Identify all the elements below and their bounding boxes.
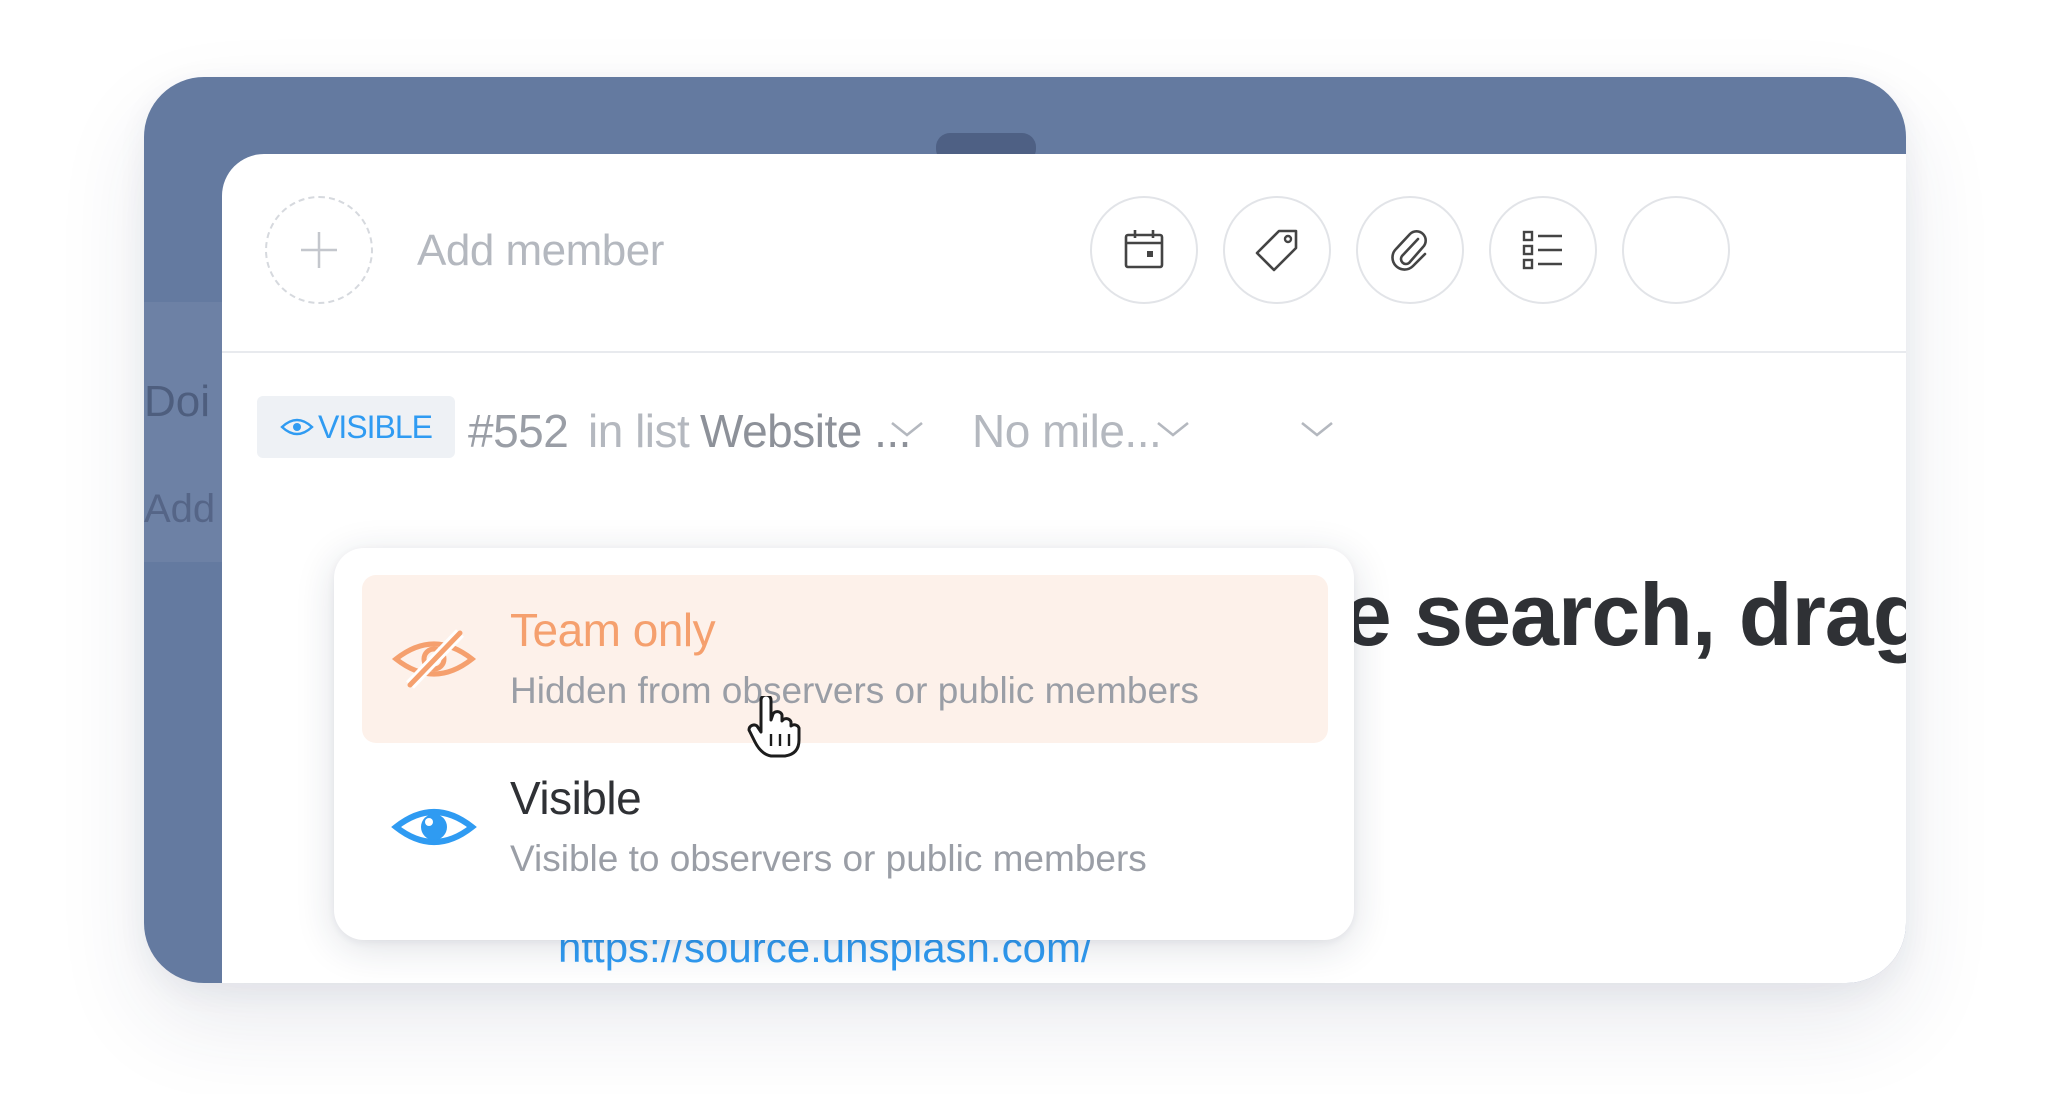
option-title: Visible (510, 772, 642, 824)
option-description: Hidden from observers or public members (510, 670, 1199, 711)
visibility-option-team-only[interactable]: Team only Hidden from observers or publi… (362, 575, 1328, 743)
app-window: Doi Add Add member VISIBLE #552 in list … (144, 77, 1906, 983)
tag-icon (1255, 229, 1298, 272)
checklist-button[interactable] (1489, 196, 1597, 304)
card-header: Add member (222, 154, 1906, 353)
milestone-select[interactable]: No mile... (972, 404, 1162, 458)
calendar-icon (1124, 230, 1164, 269)
chevron-down-icon[interactable] (1154, 419, 1192, 439)
visibility-badge-label: VISIBLE (318, 408, 433, 445)
option-title: Team only (510, 604, 716, 656)
list-select[interactable]: Website ... (700, 404, 911, 458)
attachment-button[interactable] (1356, 196, 1464, 304)
visibility-option-visible[interactable]: Visible Visible to observers or public m… (362, 743, 1328, 911)
more-tools-button[interactable] (1622, 196, 1730, 304)
card-meta-row: VISIBLE #552 in list Website ... No mile… (222, 354, 1906, 484)
tag-button[interactable] (1223, 196, 1331, 304)
option-description: Visible to observers or public members (510, 838, 1147, 879)
card-title[interactable]: ge search, drag (1290, 564, 1906, 666)
visibility-toggle[interactable]: VISIBLE (257, 396, 455, 458)
card-number: #552 (468, 405, 569, 457)
hand-pointer-icon (747, 696, 801, 758)
eye-icon (391, 809, 477, 845)
card-detail-panel: Add member VISIBLE #552 in list Website … (222, 154, 1906, 983)
eye-icon (280, 418, 314, 436)
board-add-label: Add (144, 487, 216, 531)
visibility-dropdown: Team only Hidden from observers or publi… (334, 548, 1354, 940)
plus-icon (301, 232, 337, 268)
checklist-icon (1522, 230, 1562, 270)
add-member-button[interactable] (265, 196, 373, 304)
add-member-label[interactable]: Add member (417, 226, 664, 276)
due-date-button[interactable] (1090, 196, 1198, 304)
in-list-label: in list (588, 405, 690, 457)
chevron-down-icon[interactable] (888, 419, 926, 439)
eye-slash-icon (391, 629, 477, 689)
paperclip-icon (1391, 230, 1427, 271)
chevron-down-icon[interactable] (1298, 419, 1336, 439)
board-column-label: Doi (144, 377, 211, 426)
